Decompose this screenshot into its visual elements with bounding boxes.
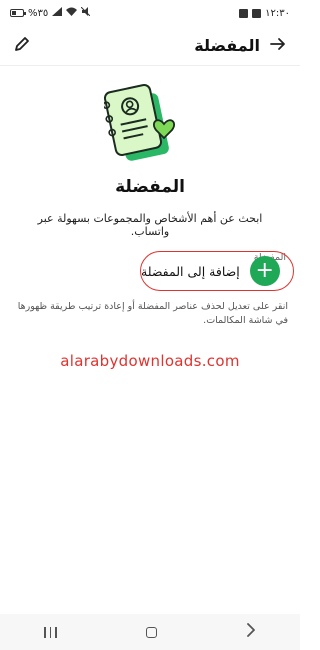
section-title: المفضلة xyxy=(115,177,185,197)
battery-text: %٣٥ xyxy=(28,7,49,19)
status-bar: %٣٥ ١٢:٣٠ xyxy=(0,0,300,26)
status-right: ١٢:٣٠ xyxy=(239,8,290,19)
signal-icon xyxy=(52,7,63,19)
app-bar: المفضلة xyxy=(0,26,300,66)
gallery-icon xyxy=(252,8,262,18)
home-icon[interactable] xyxy=(145,626,157,638)
media-icon xyxy=(239,8,249,18)
watermark: alarabydownloads.com xyxy=(60,352,240,370)
add-to-favorites-label: إضافة إلى المفضلة xyxy=(141,263,240,279)
hint-text: انقر على تعديل لحذف عناصر المفضلة أو إعا… xyxy=(17,301,288,326)
system-nav-bar xyxy=(0,614,300,650)
arrow-right-icon[interactable] xyxy=(270,36,286,56)
recent-apps-icon[interactable] xyxy=(44,626,57,638)
wifi-icon xyxy=(66,7,78,19)
back-chevron-icon[interactable] xyxy=(246,623,256,641)
battery-icon xyxy=(10,9,26,17)
page-title: المفضلة xyxy=(194,36,260,55)
status-time: ١٢:٣٠ xyxy=(265,7,290,19)
status-left: %٣٥ xyxy=(10,6,91,19)
pencil-icon[interactable] xyxy=(14,36,30,56)
add-to-favorites-button[interactable]: + إضافة إلى المفضلة xyxy=(140,251,294,291)
plus-icon: + xyxy=(249,256,280,286)
favorites-illustration xyxy=(102,82,184,167)
mute-icon xyxy=(80,6,91,19)
description-text: ابحث عن أهم الأشخاص والمجموعات بسهولة عب… xyxy=(37,212,263,238)
